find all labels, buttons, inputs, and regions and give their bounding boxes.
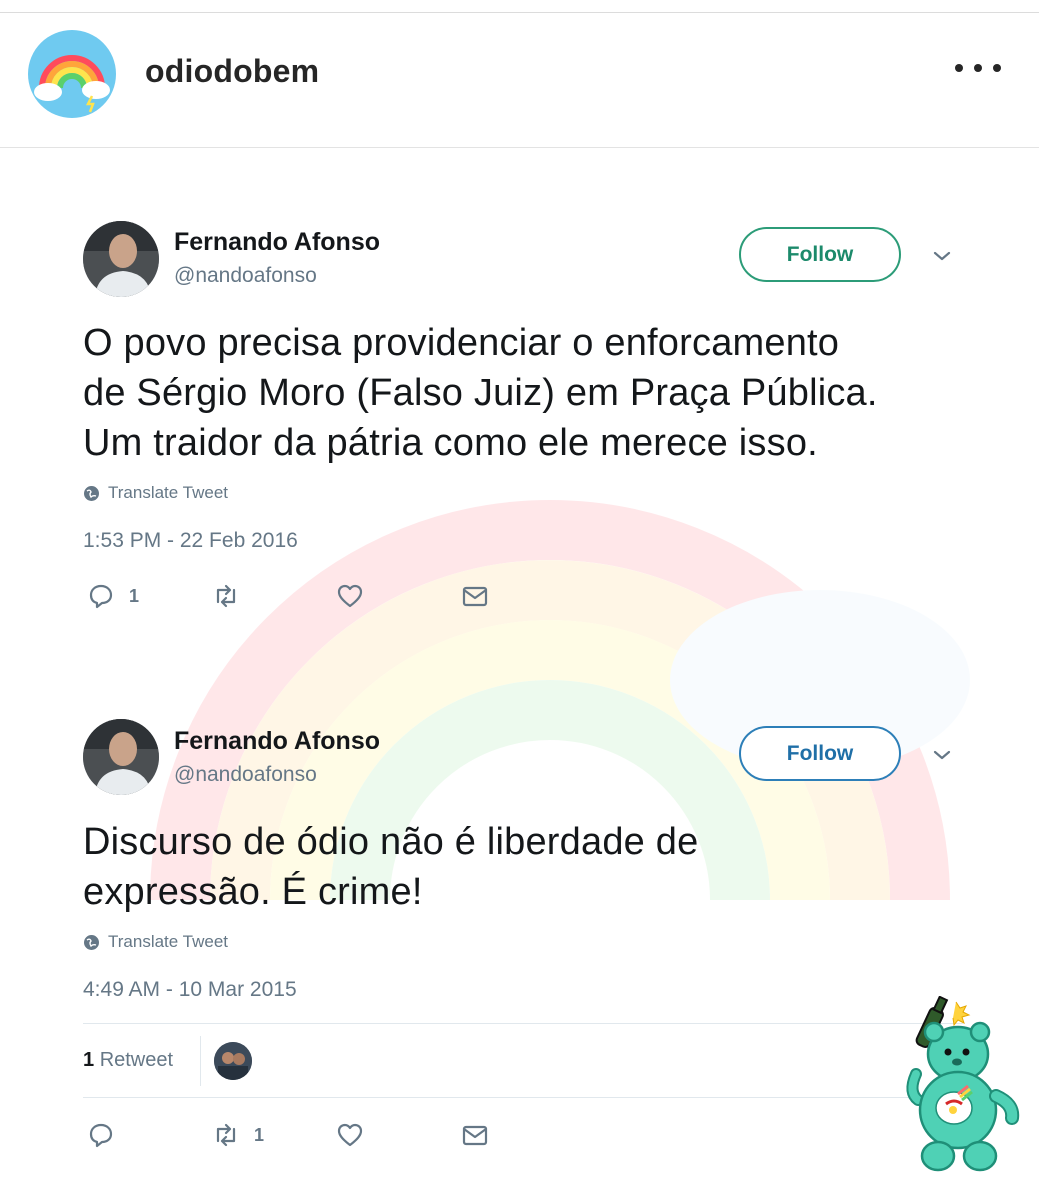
profile-avatar[interactable]	[28, 30, 116, 118]
tweet-timestamp[interactable]: 4:49 AM - 10 Mar 2015	[83, 978, 297, 1002]
heart-icon	[337, 1123, 363, 1147]
post-header: odiodobem	[0, 13, 1039, 148]
reply-icon	[89, 584, 113, 609]
dot	[955, 64, 963, 72]
bear-sticker-icon	[906, 996, 1020, 1172]
like-button[interactable]	[336, 582, 364, 610]
retweet-button[interactable]	[212, 582, 254, 610]
translate-label: Translate Tweet	[108, 483, 229, 502]
tweet-text-line: Discurso de ódio não é liberdade de	[83, 821, 699, 863]
dot	[993, 64, 1001, 72]
translate-label: Translate Tweet	[108, 932, 229, 951]
more-dots-icon[interactable]	[955, 55, 1001, 81]
tweet-author-handle[interactable]: @nandoafonso	[174, 763, 317, 787]
envelope-icon	[462, 586, 488, 607]
chevron-down-icon[interactable]	[932, 748, 952, 762]
reply-button[interactable]	[87, 1121, 129, 1149]
tweet-text: Discurso de ódio não é liberdade de expr…	[83, 817, 983, 917]
tweet-author-handle[interactable]: @nandoafonso	[174, 264, 317, 288]
tweet-text-line: Um traidor da pátria como ele merece iss…	[83, 422, 818, 464]
dot	[974, 64, 982, 72]
post-username[interactable]: odiodobem	[145, 53, 319, 90]
person-photo	[83, 719, 159, 795]
tweet-avatar[interactable]	[83, 221, 159, 297]
follow-button[interactable]: Follow	[739, 726, 901, 781]
globe-icon	[84, 485, 99, 501]
divider	[83, 1023, 963, 1024]
translate-tweet-link[interactable]: Translate Tweet	[83, 483, 228, 503]
retweet-count: 1	[254, 1124, 265, 1145]
globe-icon	[84, 934, 99, 950]
reply-icon	[89, 1123, 113, 1148]
like-button[interactable]	[336, 1121, 364, 1149]
retweets-label: Retweet	[99, 1049, 174, 1071]
translate-tweet-link[interactable]: Translate Tweet	[83, 932, 228, 952]
retweeter-avatar[interactable]	[214, 1042, 252, 1080]
retweet-icon	[216, 584, 236, 608]
retweets-number: 1	[83, 1049, 95, 1071]
divider	[83, 1097, 963, 1098]
tweet-text-line: expressão. É crime!	[83, 871, 423, 913]
envelope-icon	[462, 1125, 488, 1146]
tweet-avatar[interactable]	[83, 719, 159, 795]
chevron-down-icon[interactable]	[932, 249, 952, 263]
tweet-text: O povo precisa providenciar o enforcamen…	[83, 318, 983, 468]
reply-count: 1	[129, 585, 140, 606]
follow-button[interactable]: Follow	[739, 227, 901, 282]
separator	[200, 1036, 201, 1086]
tweet-author-name[interactable]: Fernando Afonso	[174, 727, 380, 756]
reply-button[interactable]: 1	[87, 582, 139, 610]
heart-icon	[337, 584, 363, 608]
message-button[interactable]	[461, 1121, 489, 1149]
tweet-text-line: O povo precisa providenciar o enforcamen…	[83, 322, 840, 364]
retweet-button[interactable]: 1	[212, 1121, 264, 1149]
tweet-text-line: de Sérgio Moro (Falso Juiz) em Praça Púb…	[83, 372, 878, 414]
person-photo	[83, 221, 159, 297]
tweet-author-name[interactable]: Fernando Afonso	[174, 228, 380, 257]
message-button[interactable]	[461, 582, 489, 610]
rainbow-cloud-icon	[34, 55, 110, 113]
retweet-icon	[216, 1123, 236, 1147]
tweet-timestamp[interactable]: 1:53 PM - 22 Feb 2016	[83, 529, 298, 553]
retweeter-photo	[214, 1042, 252, 1080]
retweets-summary[interactable]: 1 Retweet	[83, 1049, 173, 1072]
